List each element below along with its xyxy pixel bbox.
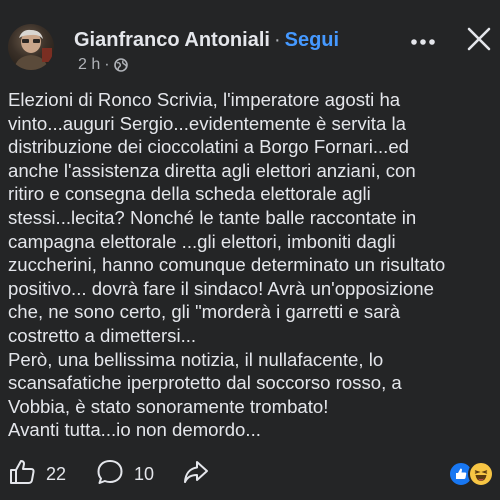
share-icon: [182, 458, 210, 491]
reactions-summary[interactable]: [448, 458, 496, 487]
title-separator: ·: [273, 29, 281, 51]
comment-button[interactable]: 10: [96, 458, 154, 491]
author-line: Gianfranco Antoniali · Segui: [74, 29, 339, 52]
meta-separator: ·: [104, 56, 110, 73]
author-avatar[interactable]: [8, 24, 54, 70]
more-horizontal-icon[interactable]: [408, 30, 438, 54]
follow-button[interactable]: Segui: [285, 29, 339, 51]
post-header: Gianfranco Antoniali · Segui 2 h ·: [8, 24, 492, 74]
globe-icon: [113, 58, 128, 72]
thumbs-up-icon: [8, 458, 36, 491]
like-count: 22: [46, 464, 67, 484]
comment-icon: [96, 458, 124, 491]
haha-reaction-icon: [468, 461, 494, 487]
post-footer: 22 10: [0, 452, 500, 492]
close-icon[interactable]: [466, 26, 492, 52]
comment-count: 10: [134, 464, 155, 484]
like-button[interactable]: 22: [8, 458, 66, 491]
author-name[interactable]: Gianfranco Antoniali: [74, 29, 270, 51]
post-card: Gianfranco Antoniali · Segui 2 h · Elezi…: [0, 0, 500, 500]
share-button[interactable]: [182, 458, 210, 491]
post-body-text: Elezioni di Ronco Scrivia, l'imperatore …: [8, 89, 446, 441]
post-meta: 2 h ·: [78, 56, 128, 74]
post-time[interactable]: 2 h: [78, 56, 100, 74]
